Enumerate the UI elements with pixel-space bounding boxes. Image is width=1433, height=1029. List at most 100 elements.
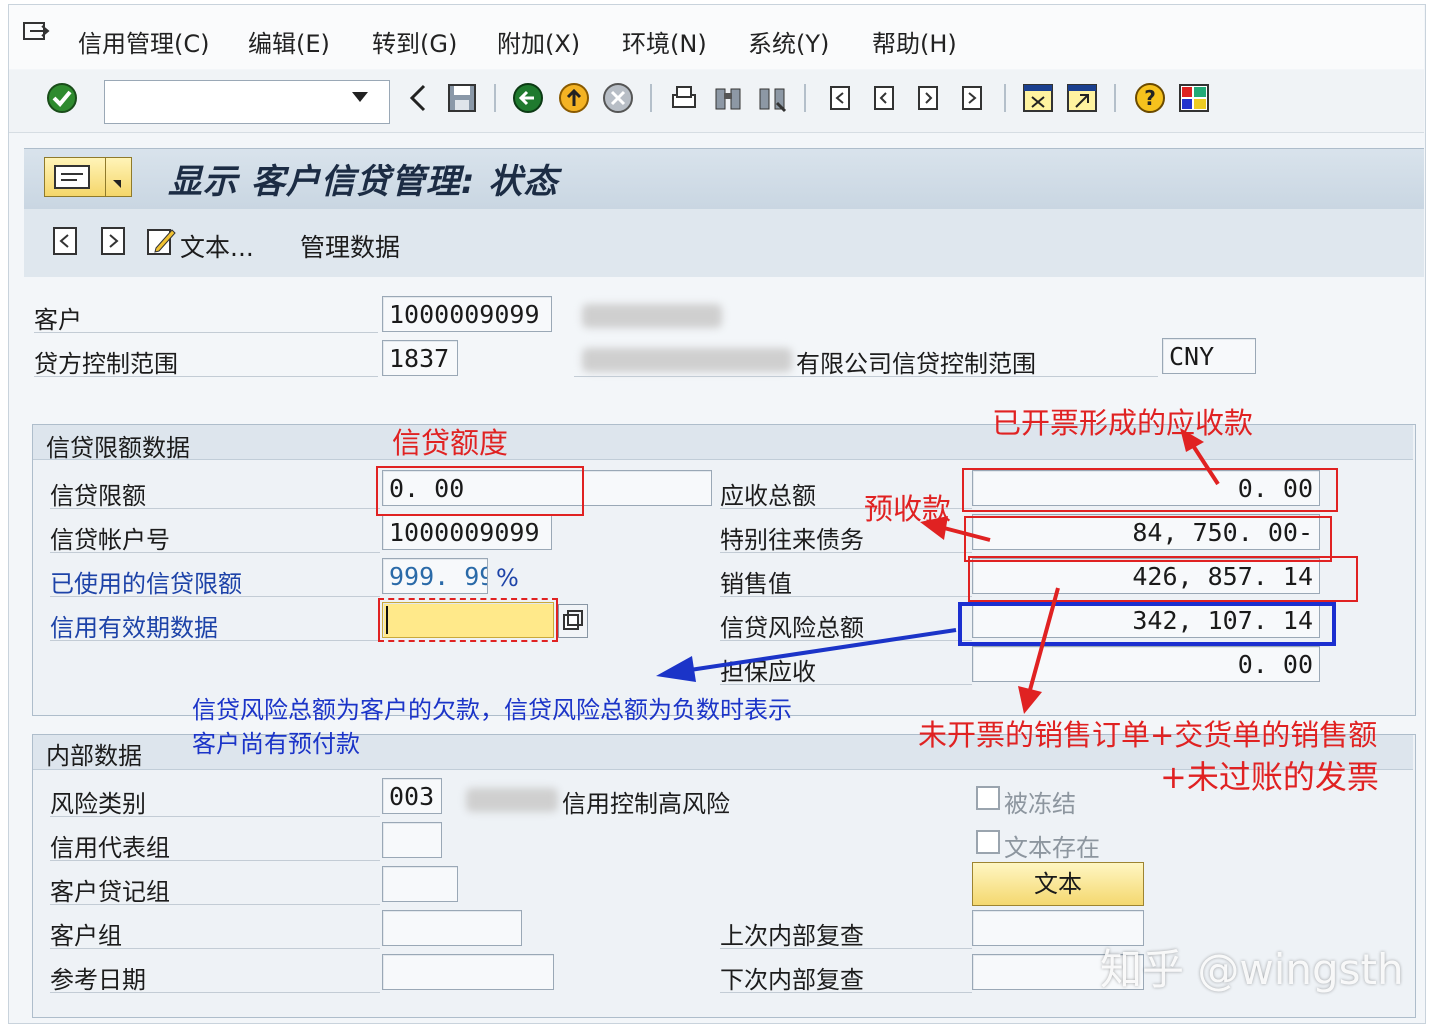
menu-help[interactable]: 帮助(H) — [872, 24, 957, 59]
cancel-icon[interactable] — [602, 82, 634, 114]
label-underline — [720, 596, 972, 597]
credit-exposure-highlight — [958, 602, 1336, 646]
label-underline — [34, 332, 378, 333]
customer-group-field[interactable] — [382, 910, 522, 946]
customer-label: 客户 — [34, 306, 82, 334]
label-underline — [50, 508, 380, 509]
credit-limit-used-field[interactable]: 999. 99 — [382, 558, 488, 594]
annotation-invoiced-receivable: 已开票形成的应收款 — [992, 406, 1254, 440]
menu-system[interactable]: 系统(Y) — [748, 24, 829, 59]
annotation-sales-note-line2: +未过账的发票 — [1160, 758, 1379, 796]
next-review-label: 下次内部复查 — [720, 966, 864, 994]
annotation-exposure-note-line1: 信贷风险总额为客户的欠款，信贷风险总额为负数时表示 — [192, 696, 792, 724]
toolbar-separator — [494, 84, 496, 112]
text-button-internal[interactable]: 文本 — [972, 862, 1144, 906]
credit-area-name-blurred — [582, 348, 792, 372]
annotation-exposure-note-line2: 客户尚有预付款 — [192, 730, 360, 758]
edit-text-icon[interactable] — [146, 226, 176, 256]
label-underline — [720, 948, 972, 949]
customer-name-blurred — [582, 304, 722, 328]
label-underline — [50, 904, 380, 905]
credit-limit-group-title: 信贷限额数据 — [46, 434, 190, 462]
blocked-checkbox[interactable] — [976, 786, 1000, 810]
label-underline — [50, 640, 380, 641]
command-field[interactable] — [104, 80, 390, 124]
next-customer-icon[interactable] — [100, 226, 126, 256]
label-underline — [50, 552, 380, 553]
multiple-selection-icon[interactable] — [558, 604, 588, 638]
credit-limit-used-link[interactable]: 已使用的信贷限额 — [50, 564, 242, 599]
label-underline — [720, 684, 972, 685]
first-page-icon[interactable] — [824, 82, 856, 114]
exit-icon[interactable] — [558, 82, 590, 114]
reference-date-field[interactable] — [382, 954, 554, 990]
credit-rep-group-field[interactable] — [382, 822, 442, 858]
risk-category-field[interactable]: 003 — [382, 778, 442, 814]
admin-data-button[interactable]: 管理数据 — [300, 228, 400, 264]
menu-credit-management[interactable]: 信用管理(C) — [78, 24, 209, 59]
last-review-label: 上次内部复查 — [720, 922, 864, 950]
next-page-icon[interactable] — [912, 82, 944, 114]
secured-receivables-label: 担保应收 — [720, 658, 816, 686]
currency-field[interactable]: CNY — [1162, 338, 1256, 374]
save-icon[interactable] — [446, 82, 478, 114]
new-session-icon[interactable] — [1022, 82, 1054, 114]
credit-control-area-field[interactable]: 1837 — [382, 340, 458, 376]
back-arrow-icon[interactable] — [402, 82, 434, 114]
annotation-prepayment: 预收款 — [864, 492, 952, 526]
toolbar-separator — [1114, 84, 1116, 112]
receivables-label: 应收总额 — [720, 482, 816, 510]
credit-limit-label: 信贷限额 — [50, 482, 146, 510]
menu-environment[interactable]: 环境(N) — [622, 24, 707, 59]
enter-check-icon[interactable] — [46, 82, 78, 114]
help-icon[interactable]: ? — [1134, 82, 1166, 114]
previous-customer-icon[interactable] — [52, 226, 78, 256]
percent-unit: % — [496, 564, 519, 592]
credit-rep-group-label: 信用代表组 — [50, 834, 170, 862]
customer-credit-group-label: 客户贷记组 — [50, 878, 170, 906]
special-liabilities-label: 特别往来债务 — [720, 526, 864, 554]
svg-text:?: ? — [1144, 86, 1156, 110]
toolbar-separator — [650, 84, 652, 112]
label-underline — [50, 816, 380, 817]
menu-system-icon[interactable] — [22, 20, 52, 46]
risk-prefix-blurred — [466, 788, 558, 812]
find-next-icon[interactable] — [756, 82, 788, 114]
prev-page-icon[interactable] — [868, 82, 900, 114]
text-exists-checkbox[interactable] — [976, 830, 1000, 854]
screen-menu-button[interactable] — [44, 157, 132, 197]
credit-exposure-label: 信贷风险总额 — [720, 614, 864, 642]
menu-extras[interactable]: 附加(X) — [497, 24, 580, 59]
receivables-highlight — [962, 468, 1338, 512]
find-icon[interactable] — [712, 82, 744, 114]
label-underline — [34, 376, 378, 377]
page-title: 显示 客户信贷管理: 状态 — [168, 162, 559, 202]
shortcut-icon[interactable] — [1066, 82, 1098, 114]
command-dropdown-icon[interactable] — [352, 92, 368, 102]
menu-goto[interactable]: 转到(G) — [372, 24, 457, 59]
text-button[interactable]: 文本... — [180, 228, 254, 264]
customer-field[interactable]: 1000009099 — [382, 296, 552, 332]
print-icon[interactable] — [668, 82, 700, 114]
last-page-icon[interactable] — [956, 82, 988, 114]
label-underline — [720, 992, 972, 993]
sales-value-label: 销售值 — [720, 570, 792, 598]
risk-category-label: 风险类别 — [50, 790, 146, 818]
blocked-label: 被冻结 — [1004, 790, 1076, 818]
layout-icon[interactable] — [1178, 82, 1210, 114]
credit-limit-highlight — [376, 466, 584, 516]
credit-area-description: 有限公司信贷控制范围 — [796, 350, 1036, 378]
label-underline — [574, 376, 1158, 377]
label-underline — [50, 948, 380, 949]
back-icon[interactable] — [512, 82, 544, 114]
credit-account-field[interactable]: 1000009099 — [382, 514, 552, 550]
credit-validity-link[interactable]: 信用有效期数据 — [50, 608, 218, 643]
menu-edit[interactable]: 编辑(E) — [248, 24, 330, 59]
watermark: 知乎 @wingsth — [1100, 945, 1404, 994]
annotation-sales-note-line1: 未开票的销售订单+交货单的销售额 — [918, 718, 1378, 752]
credit-control-area-label: 贷方控制范围 — [34, 350, 178, 378]
secured-receivables-field[interactable]: 0. 00 — [972, 646, 1320, 682]
text-exists-label: 文本存在 — [1004, 834, 1100, 862]
customer-credit-group-field[interactable] — [382, 866, 458, 902]
label-underline — [50, 596, 380, 597]
